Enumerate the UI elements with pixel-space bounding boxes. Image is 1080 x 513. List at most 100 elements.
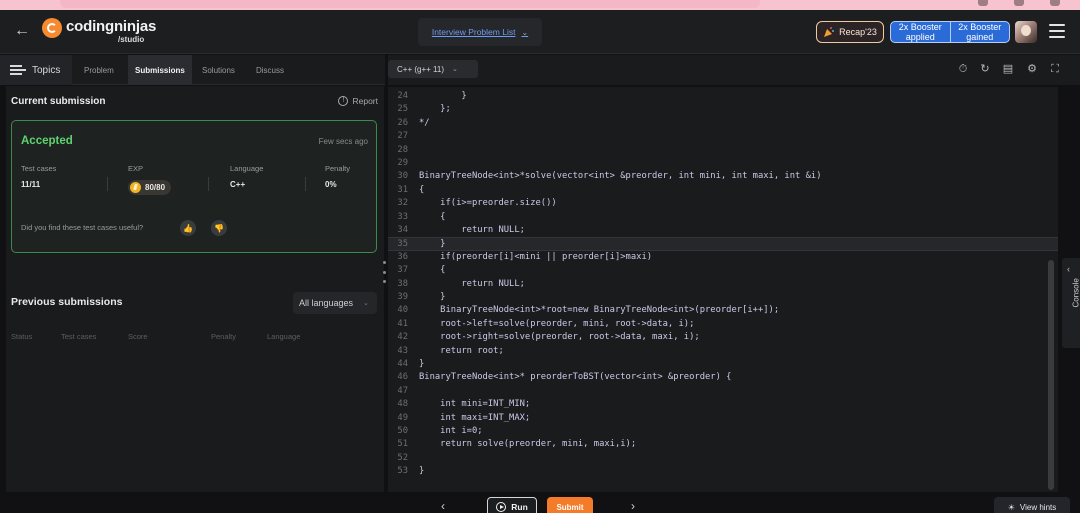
thumbs-down-icon[interactable]: 👎 <box>211 220 227 236</box>
divider <box>305 177 306 191</box>
list-icon <box>10 65 26 75</box>
code-line[interactable]: 53} <box>388 465 1058 478</box>
code-line[interactable]: 46 BinaryTreeNode<int>* preorderToBST(vec… <box>388 371 1058 384</box>
code-line[interactable]: 27 <box>388 130 1058 143</box>
submit-button[interactable]: Submit <box>547 497 593 513</box>
language-filter-select[interactable]: All languages ⌄ <box>293 292 377 314</box>
hamburger-menu-icon[interactable] <box>1049 24 1065 38</box>
code-line[interactable]: 43 return root; <box>388 345 1058 358</box>
line-number: 41 <box>397 318 408 329</box>
next-problem-icon[interactable]: › <box>631 499 635 513</box>
prev-problem-icon[interactable]: ‹ <box>441 499 445 513</box>
recap-button[interactable]: Recap'23 <box>816 21 884 43</box>
code-editor[interactable]: 24 } 25 }; 26 */27 28 29 30 BinaryTreeNode<int>… <box>388 87 1058 492</box>
code-line[interactable]: 24 } <box>388 90 1058 103</box>
code-line[interactable]: 29 <box>388 157 1058 170</box>
panel-resize-handle[interactable] <box>383 261 386 283</box>
layout-icon[interactable]: ▤ <box>1002 63 1014 75</box>
code-line[interactable]: 25 }; <box>388 103 1058 116</box>
code-line[interactable]: 48 int mini=INT_MIN; <box>388 398 1058 411</box>
code-line[interactable]: 39 } <box>388 291 1058 304</box>
editor-scrollbar[interactable] <box>1048 260 1054 490</box>
stat-label: Language <box>230 164 264 173</box>
fullscreen-icon[interactable]: ⛶ <box>1049 63 1061 75</box>
play-icon <box>496 502 507 512</box>
line-number: 34 <box>397 225 408 235</box>
code-line[interactable]: 32 if(i>=preorder.size()) <box>388 197 1058 210</box>
code-line[interactable]: 47 <box>388 385 1058 398</box>
status-accepted: Accepted <box>21 135 73 147</box>
thumbs-up-icon[interactable]: 👍 <box>180 220 196 236</box>
tab-submissions[interactable]: Submissions <box>128 55 192 85</box>
code-line[interactable]: 44} <box>388 358 1058 371</box>
code-line[interactable]: 41 root->left=solve(preorder, mini, root… <box>388 318 1058 331</box>
stat-value-wrap: 80/80 <box>128 180 172 195</box>
code-text: { <box>419 184 425 195</box>
editor-language-select[interactable]: C++ (g++ 11) ⌄ <box>388 60 478 78</box>
reset-icon[interactable]: ↻ <box>979 63 991 75</box>
report-button[interactable]: ! Report <box>338 96 378 106</box>
console-label: Console <box>1071 278 1080 308</box>
code-line[interactable]: 30 BinaryTreeNode<int>*solve(vector<int> … <box>388 170 1058 183</box>
run-label: Run <box>511 502 528 512</box>
coin-icon <box>130 182 141 193</box>
code-line[interactable]: 52 <box>388 452 1058 465</box>
code-text: } <box>419 91 467 101</box>
code-text: root->right=solve(preorder, root->data, … <box>419 332 700 343</box>
recap-label: Recap'23 <box>839 27 877 37</box>
settings-gear-icon[interactable]: ⚙ <box>1026 63 1038 75</box>
line-number: 49 <box>397 412 408 423</box>
tab-problem[interactable]: Problem <box>84 55 114 85</box>
line-number: 51 <box>397 439 408 450</box>
code-text: int maxi=INT_MAX; <box>419 412 531 423</box>
code-text: int i=0; <box>419 426 483 436</box>
submission-time: Few secs ago <box>318 137 368 146</box>
column-header-penalty: Penalty <box>211 332 237 341</box>
code-line[interactable]: 31 { <box>388 184 1058 197</box>
user-avatar[interactable] <box>1015 21 1037 43</box>
code-line[interactable]: 26 */ <box>388 117 1058 130</box>
code-line[interactable]: 35 } <box>388 237 1058 251</box>
info-icon: ! <box>338 96 349 106</box>
tab-topics-label: Topics <box>32 64 61 76</box>
code-line[interactable]: 38 return NULL; <box>388 278 1058 291</box>
previous-submissions-title: Previous submissions <box>11 296 123 308</box>
code-line[interactable]: 34 return NULL; <box>388 224 1058 237</box>
timer-icon[interactable]: ⏱ <box>957 63 969 75</box>
stat-value: 0% <box>325 180 337 189</box>
code-line[interactable]: 37 { <box>388 264 1058 277</box>
code-line[interactable]: 33 { <box>388 211 1058 224</box>
code-text: root->left=solve(preorder, mini, root->d… <box>419 318 695 329</box>
line-number: 42 <box>397 332 408 343</box>
logo-mark-icon <box>42 18 62 38</box>
chevron-down-icon: ⌄ <box>363 300 369 307</box>
console-toggle[interactable]: ‹ Console <box>1062 258 1080 348</box>
left-tab-bar: Topics Problem Submissions Solutions Dis… <box>0 55 385 85</box>
tab-discuss[interactable]: Discuss <box>256 55 284 85</box>
problem-list-dropdown[interactable]: Interview Problem List ⌄ <box>418 18 542 46</box>
back-arrow-icon[interactable]: ← <box>14 22 30 40</box>
stat-value: C++ <box>230 180 246 189</box>
run-button[interactable]: Run <box>487 497 537 513</box>
view-hints-button[interactable]: ☀ View hints <box>994 497 1070 513</box>
code-text: return solve(preorder, mini, maxi,i); <box>419 439 637 450</box>
code-line[interactable]: 51 return solve(preorder, mini, maxi,i); <box>388 438 1058 451</box>
code-line[interactable]: 36 if(preorder[i]<mini || preorder[i]>ma… <box>388 251 1058 264</box>
codingninjas-logo[interactable]: codingninjas /studio <box>42 16 172 48</box>
logo-text: codingninjas <box>66 18 157 35</box>
useful-question: Did you find these test cases useful? <box>21 223 144 232</box>
booster-badge[interactable]: 2x Booster applied 2x Booster gained <box>890 21 1010 43</box>
problem-list-label: Interview Problem List <box>431 27 516 37</box>
code-line[interactable]: 42 root->right=solve(preorder, root->dat… <box>388 331 1058 344</box>
report-label: Report <box>352 96 378 106</box>
code-line[interactable]: 28 <box>388 144 1058 157</box>
tab-solutions[interactable]: Solutions <box>202 55 235 85</box>
line-number: 24 <box>397 91 408 101</box>
tab-topics[interactable]: Topics <box>0 55 72 85</box>
stat-penalty: Penalty 0% <box>325 164 350 189</box>
code-line[interactable]: 40 BinaryTreeNode<int>*root=new BinaryTr… <box>388 304 1058 317</box>
code-line[interactable]: 49 int maxi=INT_MAX; <box>388 412 1058 425</box>
code-line[interactable]: 50 int i=0; <box>388 425 1058 438</box>
browser-url-bar[interactable] <box>60 0 760 8</box>
column-header-status: Status <box>11 332 33 341</box>
